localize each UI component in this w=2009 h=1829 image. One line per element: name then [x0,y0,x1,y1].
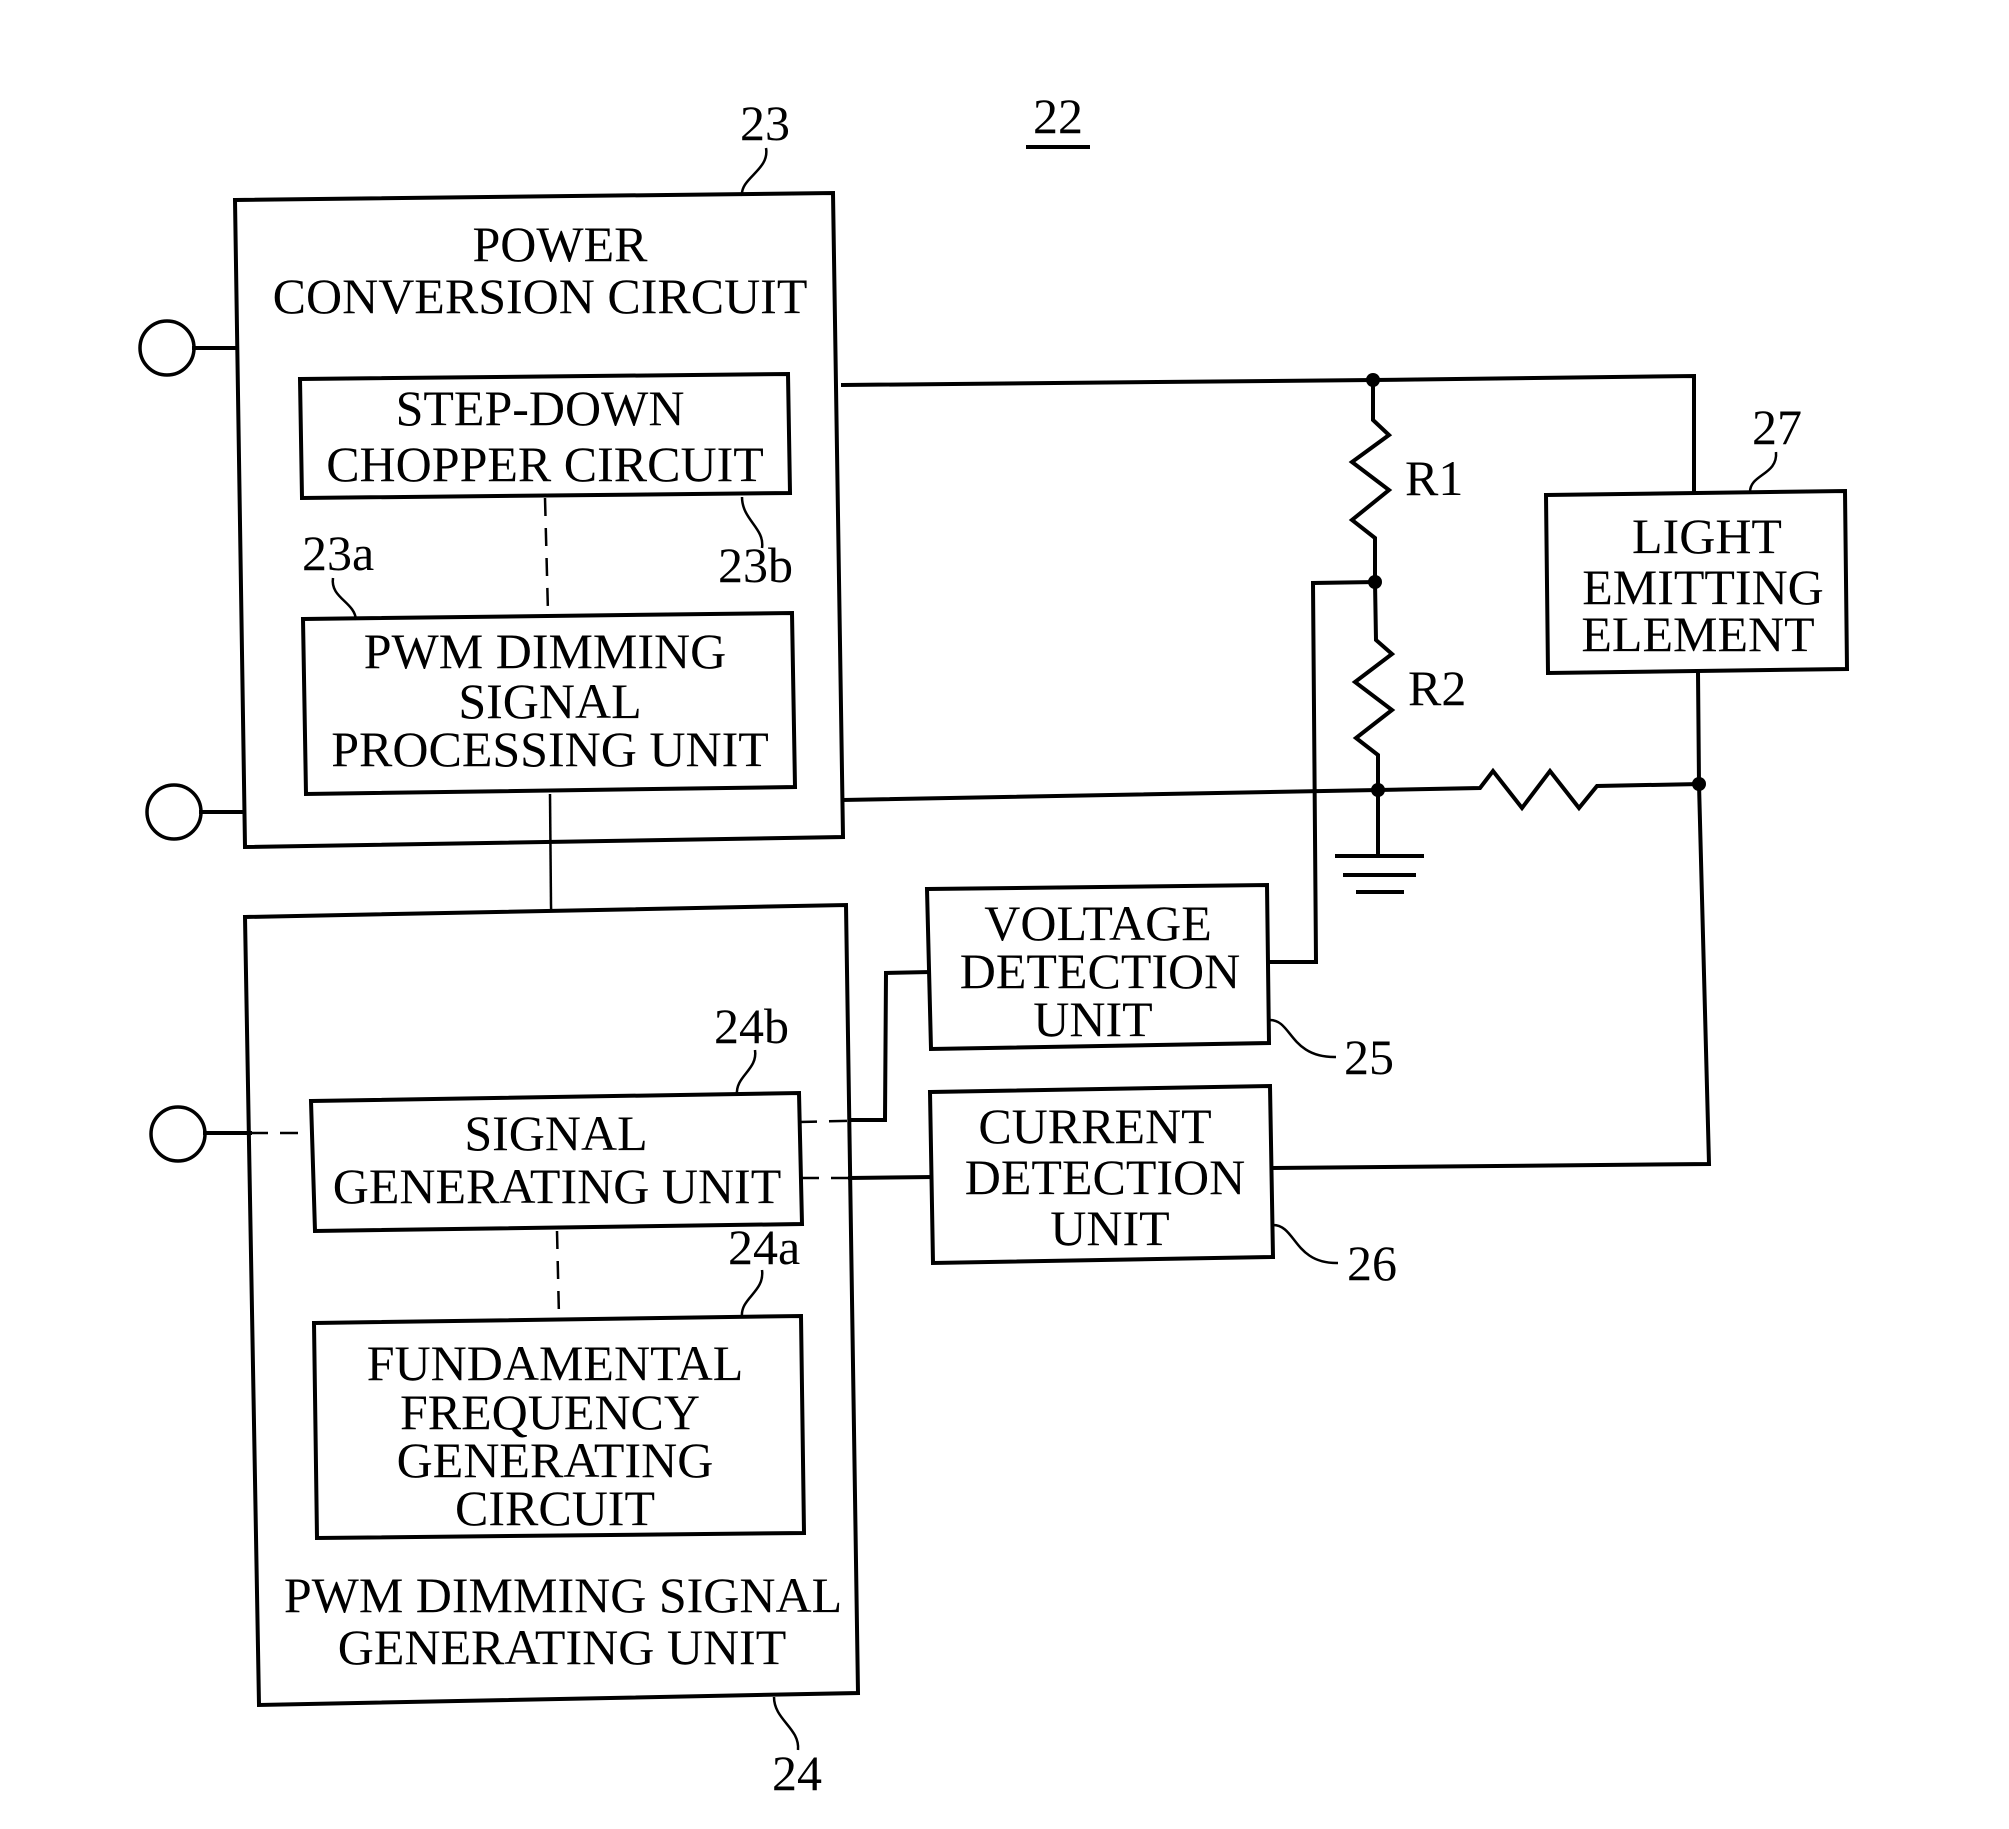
current-detection-leader [1272,1223,1339,1265]
power-conversion-leader [740,147,768,197]
signal-generating-label-1: SIGNAL [464,1105,647,1161]
power-conversion-label-2: CONVERSION CIRCUIT [273,268,808,324]
input-terminal-3 [149,1105,207,1163]
pwm-generating-ref: 24 [772,1745,822,1801]
pwm-generating-label-1: PWM DIMMING SIGNAL [284,1567,842,1623]
junction-bottom [1371,783,1385,797]
pwm-processing-ref: 23a [302,525,374,581]
pwm-processing-label-3: PROCESSING UNIT [331,721,769,777]
step-down-ref: 23b [718,537,793,593]
input-terminal-1 [138,319,196,377]
junction-top [1366,373,1380,387]
pwm-processing-label-1: PWM DIMMING [364,623,727,679]
current-detection-label-2: DETECTION [965,1149,1246,1205]
pwm-link-solid [548,793,553,906]
ground-icon [1335,854,1424,894]
power-conversion-ref: 23 [740,95,790,151]
pwm-generating-leader [772,1696,800,1751]
current-detection-ref: 26 [1347,1235,1397,1291]
power-conversion-circuit: POWER CONVERSION CIRCUIT 23 STEP-DOWN CH… [232,95,846,850]
negative-output-wire [840,767,1702,812]
voltage-detection-label-3: UNIT [1033,991,1152,1047]
current-detection-label-3: UNIT [1050,1200,1169,1256]
fundamental-label-4: CIRCUIT [455,1480,655,1536]
light-emitting-ref: 27 [1752,399,1802,455]
fundamental-label-1: FUNDAMENTAL [367,1335,744,1391]
signal-to-current-wire [847,1174,935,1181]
step-down-label-1: STEP-DOWN [396,380,685,436]
voltage-detection-leader [1269,1018,1337,1059]
light-emitting-return-wire [1695,669,1702,787]
signal-generating-label-2: GENERATING UNIT [333,1158,782,1214]
resistor-r2-label: R2 [1408,660,1466,716]
junction-right [1692,777,1706,791]
junction-middle [1368,575,1382,589]
pwm-generating-unit: PWM DIMMING SIGNAL GENERATING UNIT 24 SI… [242,902,861,1801]
step-down-label-2: CHOPPER CIRCUIT [326,436,764,492]
figure-reference: 22 [1033,88,1083,144]
positive-output-wire [840,373,1696,495]
power-conversion-label-1: POWER [473,216,649,272]
fundamental-ref: 24a [728,1219,800,1275]
light-emitting-element: LIGHT EMITTING ELEMENT 27 [1543,399,1850,676]
resistor-r1 [1348,378,1393,584]
light-emitting-label-1: LIGHT [1632,508,1782,564]
current-detection-label-1: CURRENT [978,1098,1211,1154]
voltage-sense-wire [1267,579,1378,964]
light-emitting-leader [1748,451,1778,493]
pwm-generating-label-2: GENERATING UNIT [338,1619,787,1675]
light-emitting-label-3: ELEMENT [1581,606,1814,662]
voltage-detection-unit: VOLTAGE DETECTION UNIT 25 [924,882,1394,1085]
circuit-diagram: 22 POWER CONVERSION CIRCUIT 23 STEP-DOWN… [138,88,1850,1801]
resistor-r2 [1351,579,1396,792]
current-detection-unit: CURRENT DETECTION UNIT 26 [927,1083,1397,1291]
voltage-detection-ref: 25 [1344,1029,1394,1085]
input-terminal-2 [145,783,203,841]
signal-to-voltage-wire [848,969,932,1122]
signal-generating-ref: 24b [714,998,789,1054]
current-sense-wire [1270,781,1712,1171]
resistor-r1-label: R1 [1405,450,1463,506]
